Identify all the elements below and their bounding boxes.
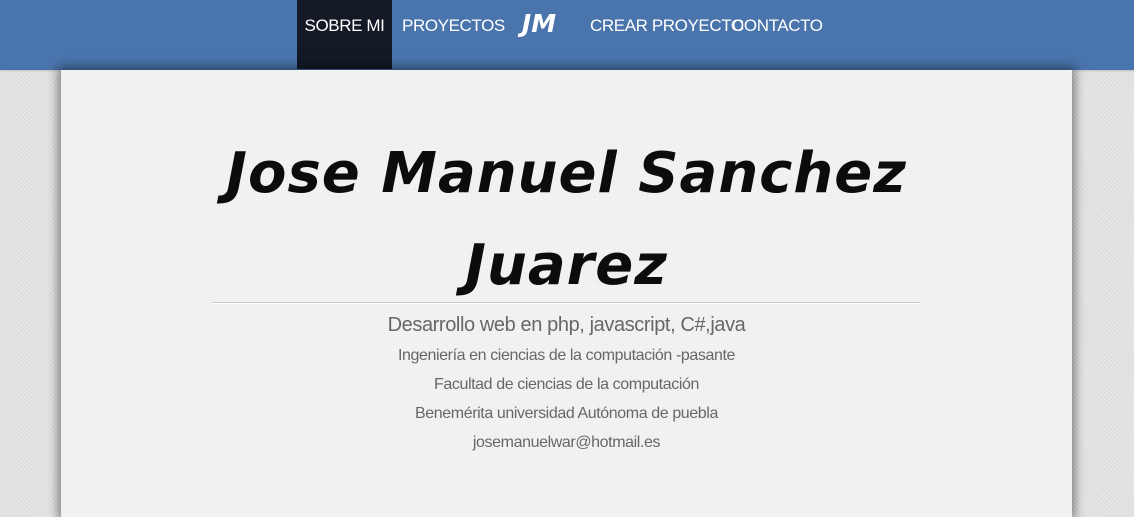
nav-item-sobre-mi[interactable]: SOBRE MI xyxy=(297,0,392,69)
nav-item-contacto[interactable]: CONTACTO xyxy=(732,0,823,69)
profile-name-line2: Juarez xyxy=(465,233,668,298)
nav-item-crear-proyecto[interactable]: CREAR PROYECTO xyxy=(590,0,744,69)
profile-name-line1: Jose Manuel Sanchez xyxy=(226,141,907,206)
jm-logo-icon: JM xyxy=(517,9,556,38)
profile-card: Jose Manuel Sanchez Juarez Desarrollo we… xyxy=(61,70,1072,517)
profile-email: josemanuelwar@hotmail.es xyxy=(472,434,661,451)
name-divider xyxy=(212,302,921,304)
svg-text:JM: JM xyxy=(517,9,556,38)
profile-headline: Desarrollo web en php, javascript, C#,ja… xyxy=(387,314,746,336)
profile-university: Benemérita universidad Autónoma de puebl… xyxy=(415,405,718,422)
top-navbar: SOBRE MI PROYECTOS JM CREAR PROYECTO CON… xyxy=(0,0,1134,70)
jm-logo[interactable]: JM xyxy=(513,4,565,44)
profile-name: Jose Manuel Sanchez Juarez xyxy=(61,128,1072,312)
profile-degree: Ingeniería en ciencias de la computación… xyxy=(397,347,736,364)
profile-faculty: Facultad de ciencias de la computación xyxy=(434,376,699,393)
nav-item-proyectos[interactable]: PROYECTOS xyxy=(402,0,505,69)
